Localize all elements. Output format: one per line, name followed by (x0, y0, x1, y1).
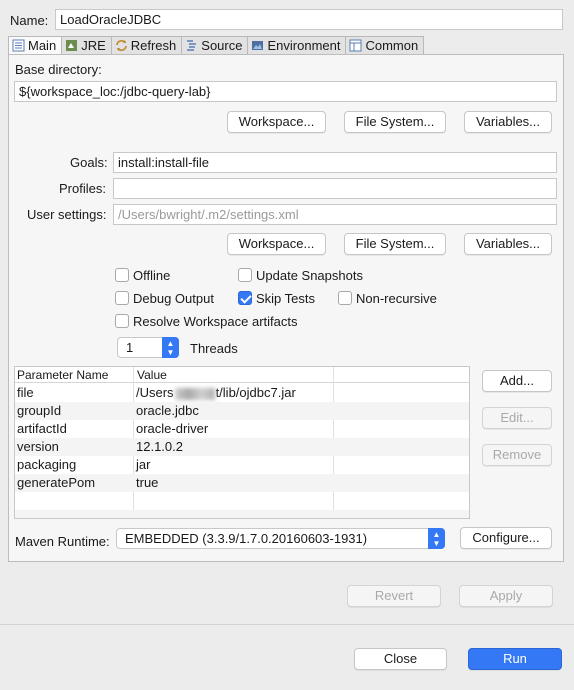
param-name: artifactId (17, 421, 67, 436)
settings-workspace-button[interactable]: Workspace... (227, 233, 326, 255)
offline-label: Offline (133, 268, 171, 283)
close-button[interactable]: Close (354, 648, 447, 670)
profiles-input[interactable] (113, 178, 557, 199)
column-header-value[interactable]: Value (137, 368, 167, 382)
tab-source[interactable]: Source (182, 36, 249, 55)
param-value: oracle-driver (136, 421, 209, 436)
common-icon (349, 39, 362, 52)
add-parameter-button[interactable]: Add... (482, 370, 552, 392)
skip-tests-label: Skip Tests (256, 291, 316, 306)
table-row[interactable]: groupId oracle.jdbc (15, 402, 469, 420)
maven-runtime-label: Maven Runtime: (15, 534, 110, 549)
maven-runtime-select[interactable]: EMBEDDED (3.3.9/1.7.0.20160603-1931) ▲ ▼ (116, 528, 445, 549)
parameters-table[interactable]: Parameter Name Value file /Users t/lib/oj… (14, 366, 470, 519)
goals-label: Goals: (70, 155, 108, 170)
offline-checkbox[interactable] (115, 268, 129, 282)
base-directory-label: Base directory: (15, 62, 102, 77)
table-row[interactable]: artifactId oracle-driver (15, 420, 469, 438)
tab-environment-label: Environment (267, 38, 341, 53)
param-name: version (17, 439, 59, 454)
param-value: 12.1.0.2 (136, 439, 183, 454)
table-row (15, 492, 469, 510)
tab-common-label: Common (365, 38, 419, 53)
table-row[interactable]: file /Users t/lib/ojdbc7.jar (15, 384, 469, 402)
revert-button[interactable]: Revert (347, 585, 441, 607)
threads-stepper[interactable]: 1 ▲ ▼ (117, 337, 179, 358)
param-name: generatePom (17, 475, 96, 490)
redacted-text (174, 387, 215, 400)
tab-common[interactable]: Common (346, 36, 425, 55)
non-recursive-label: Non-recursive (356, 291, 437, 306)
table-row (15, 510, 469, 518)
tab-jre[interactable]: JRE (62, 36, 112, 55)
name-input[interactable]: LoadOracleJDBC (55, 9, 563, 30)
threads-value: 1 (126, 340, 134, 355)
settings-variables-button[interactable]: Variables... (464, 233, 552, 255)
main-icon (12, 39, 25, 52)
threads-stepper-arrows-icon[interactable]: ▲ ▼ (162, 337, 179, 358)
settings-file-system-button[interactable]: File System... (344, 233, 446, 255)
tab-refresh-label: Refresh (130, 38, 177, 53)
tab-source-label: Source (201, 38, 243, 53)
run-button[interactable]: Run (468, 648, 562, 670)
param-value: true (136, 475, 159, 490)
base-directory-input[interactable]: ${workspace_loc:/jdbc-query-lab} (14, 81, 557, 102)
skip-tests-checkbox[interactable] (238, 291, 252, 305)
footer-divider (0, 624, 574, 625)
param-value: /Users t/lib/ojdbc7.jar (136, 385, 296, 400)
param-value: jar (136, 457, 151, 472)
column-header-parameter-name[interactable]: Parameter Name (17, 368, 108, 382)
debug-output-checkbox[interactable] (115, 291, 129, 305)
resolve-workspace-label: Resolve Workspace artifacts (133, 314, 298, 329)
user-settings-input[interactable]: /Users/bwright/.m2/settings.xml (113, 204, 557, 225)
param-name: file (17, 385, 34, 400)
table-row[interactable]: packaging jar (15, 456, 469, 474)
tab-main[interactable]: Main (8, 36, 63, 55)
param-name: packaging (17, 457, 77, 472)
refresh-icon (115, 39, 128, 52)
non-recursive-checkbox[interactable] (338, 291, 352, 305)
user-settings-label: User settings: (27, 207, 107, 222)
profiles-label: Profiles: (59, 181, 106, 196)
tab-bar: Main JRE Refresh Source Environment Comm… (8, 36, 425, 55)
tab-refresh[interactable]: Refresh (111, 36, 183, 55)
table-row[interactable]: version 12.1.0.2 (15, 438, 469, 456)
environment-icon (251, 39, 264, 52)
table-header: Parameter Name Value (15, 367, 469, 383)
threads-label: Threads (190, 341, 238, 356)
edit-parameter-button[interactable]: Edit... (482, 407, 552, 429)
resolve-workspace-checkbox[interactable] (115, 314, 129, 328)
base-workspace-button[interactable]: Workspace... (227, 111, 326, 133)
name-label: Name: (10, 13, 49, 28)
source-icon (185, 39, 198, 52)
tab-jre-label: JRE (81, 38, 106, 53)
apply-button[interactable]: Apply (459, 585, 553, 607)
maven-runtime-value: EMBEDDED (3.3.9/1.7.0.20160603-1931) (125, 531, 368, 546)
param-name: groupId (17, 403, 62, 418)
tab-main-label: Main (28, 38, 57, 53)
configure-button[interactable]: Configure... (460, 527, 552, 549)
select-arrows-icon[interactable]: ▲ ▼ (428, 528, 445, 549)
goals-input[interactable]: install:install-file (113, 152, 557, 173)
jre-icon (65, 39, 78, 52)
base-file-system-button[interactable]: File System... (344, 111, 446, 133)
param-value: oracle.jdbc (136, 403, 199, 418)
tab-environment[interactable]: Environment (248, 36, 347, 55)
remove-parameter-button[interactable]: Remove (482, 444, 552, 466)
update-snapshots-label: Update Snapshots (256, 268, 363, 283)
debug-output-label: Debug Output (133, 291, 214, 306)
update-snapshots-checkbox[interactable] (238, 268, 252, 282)
base-variables-button[interactable]: Variables... (464, 111, 552, 133)
table-row[interactable]: generatePom true (15, 474, 469, 492)
